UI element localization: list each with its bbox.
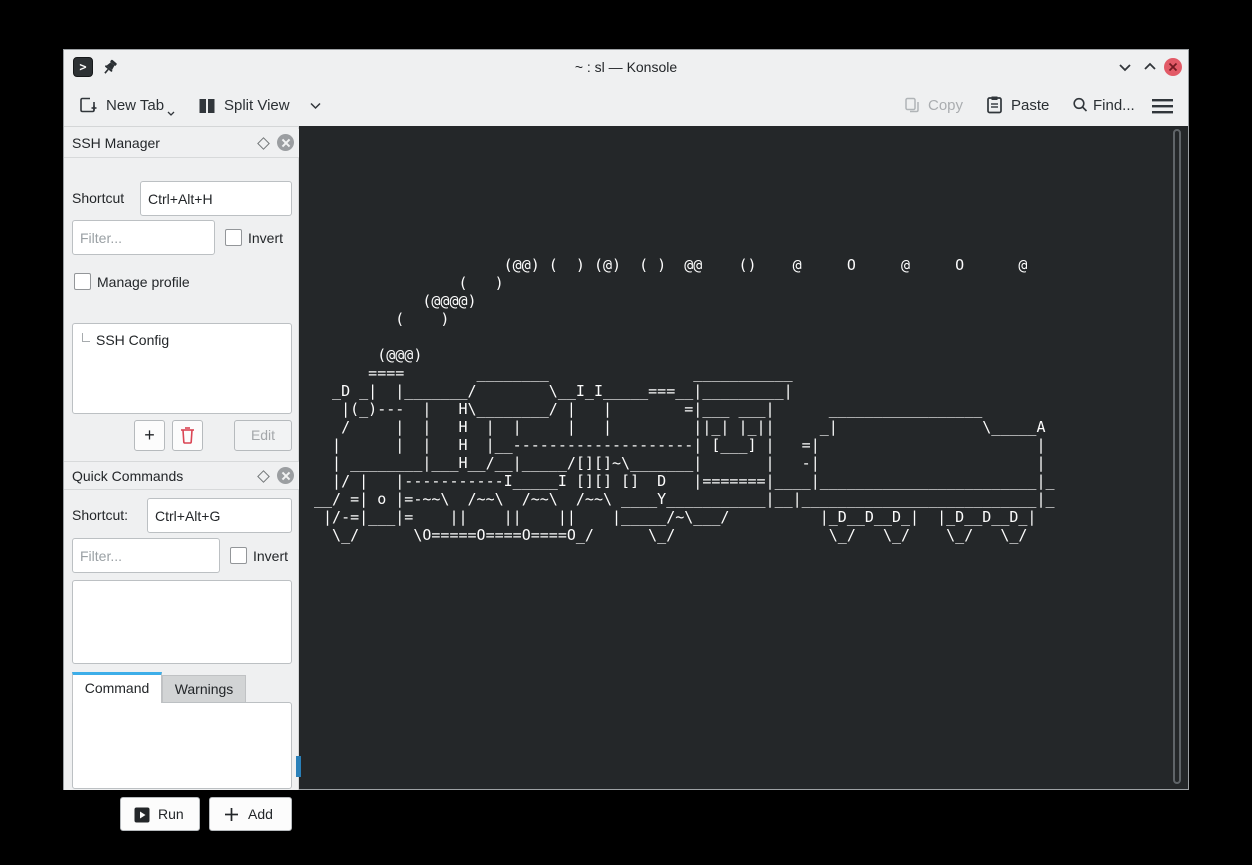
minimize-button[interactable] [1117, 60, 1133, 74]
new-tab-icon [78, 95, 98, 115]
ssh-delete-button[interactable] [172, 420, 203, 451]
hamburger-menu-icon[interactable] [1151, 98, 1175, 114]
terminal-text: (@@) ( ) (@) ( ) @@ () @ O @ O @ ( ) (@@… [314, 256, 1055, 544]
copy-button[interactable]: Copy [928, 97, 963, 114]
qc-command-list[interactable] [72, 580, 292, 664]
copy-icon [903, 96, 921, 114]
ssh-manager-title: SSH Manager [72, 135, 160, 151]
quick-commands-close-icon[interactable] [277, 467, 294, 484]
new-tab-menu-chevron-icon[interactable] [166, 110, 176, 118]
ssh-manager-close-icon[interactable] [277, 134, 294, 151]
split-view-icon [198, 97, 216, 115]
terminal-scrollbar[interactable] [1173, 129, 1181, 784]
quick-commands-title: Quick Commands [72, 468, 183, 484]
qc-invert-checkbox[interactable] [230, 547, 247, 564]
split-view-chevron-icon[interactable] [309, 101, 322, 111]
ssh-filter-input[interactable] [72, 220, 215, 255]
trash-icon [173, 421, 202, 450]
qc-shortcut-field[interactable] [147, 498, 292, 533]
window-title: ~ : sl — Konsole [64, 59, 1188, 75]
qc-command-editor[interactable] [72, 702, 292, 789]
qc-filter-input[interactable] [72, 538, 220, 573]
ssh-add-button[interactable]: + [134, 420, 165, 451]
paste-button[interactable]: Paste [1011, 97, 1049, 114]
manage-profile-label: Manage profile [97, 274, 190, 290]
ssh-manager-header: SSH Manager [64, 129, 299, 158]
qc-run-button[interactable]: Run [120, 797, 200, 831]
konsole-window: > ~ : sl — Konsole [63, 49, 1189, 790]
list-item[interactable]: SSH Config [73, 324, 291, 348]
ssh-shortcut-field[interactable] [140, 181, 292, 216]
ssh-config-list[interactable]: SSH Config [72, 323, 292, 414]
qc-add-button[interactable]: Add [209, 797, 292, 831]
close-button[interactable] [1164, 58, 1182, 76]
ssh-edit-button[interactable]: Edit [234, 420, 292, 451]
titlebar[interactable]: > ~ : sl — Konsole [64, 50, 1188, 85]
split-view-button[interactable]: Split View [224, 97, 290, 114]
plus-icon [224, 807, 239, 822]
main-toolbar: New Tab Split View Copy [64, 85, 1188, 126]
qc-shortcut-label: Shortcut: [72, 507, 128, 523]
desktop: > ~ : sl — Konsole [0, 0, 1252, 865]
qc-add-label: Add [248, 806, 273, 822]
tab-warnings[interactable]: Warnings [162, 675, 246, 703]
tab-command[interactable]: Command [72, 672, 162, 703]
sidebar: SSH Manager Shortcut Invert Manage profi… [64, 126, 299, 790]
qc-invert-label: Invert [253, 548, 288, 564]
qc-run-label: Run [158, 806, 184, 822]
quick-commands-float-icon[interactable] [257, 470, 270, 483]
find-button[interactable]: Find... [1093, 97, 1135, 114]
tree-branch-icon [82, 333, 90, 342]
ssh-invert-label: Invert [248, 230, 283, 246]
ssh-manager-float-icon[interactable] [257, 137, 270, 150]
ssh-shortcut-label: Shortcut [72, 190, 124, 206]
run-icon [134, 807, 150, 823]
new-tab-button[interactable]: New Tab [106, 97, 164, 114]
quick-commands-header: Quick Commands [64, 461, 299, 490]
terminal-area[interactable]: (@@) ( ) (@) ( ) @@ () @ O @ O @ ( ) (@@… [299, 126, 1188, 789]
manage-profile-checkbox[interactable] [74, 273, 91, 290]
ssh-invert-checkbox[interactable] [225, 229, 242, 246]
paste-icon [985, 95, 1004, 115]
find-icon [1071, 96, 1089, 114]
splitter-handle[interactable] [296, 756, 301, 777]
ssh-config-item-label: SSH Config [96, 332, 169, 348]
maximize-button[interactable] [1142, 60, 1158, 74]
